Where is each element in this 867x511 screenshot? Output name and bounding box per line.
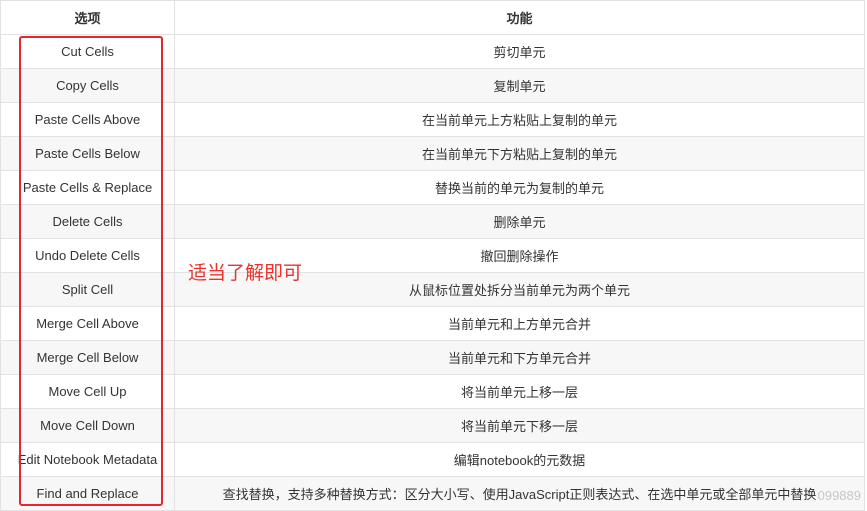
header-option: 选项 (0, 0, 175, 35)
table-header-row: 选项 功能 (0, 0, 865, 35)
option-cell: Paste Cells Above (0, 102, 175, 137)
table-row: Edit Notebook Metadata 编辑notebook的元数据 (0, 442, 865, 477)
option-cell: Paste Cells & Replace (0, 170, 175, 205)
option-cell: Cut Cells (0, 34, 175, 69)
table-row: Split Cell 从鼠标位置处拆分当前单元为两个单元 (0, 272, 865, 307)
table-row: Copy Cells 复制单元 (0, 68, 865, 103)
function-cell: 当前单元和上方单元合并 (174, 306, 865, 341)
option-cell: Find and Replace (0, 476, 175, 511)
option-cell: Undo Delete Cells (0, 238, 175, 273)
table-row: Move Cell Down 将当前单元下移一层 (0, 408, 865, 443)
table-row: Find and Replace 查找替换，支持多种替换方式：区分大小写、使用J… (0, 476, 865, 511)
function-cell: 剪切单元 (174, 34, 865, 69)
table-row: Delete Cells 删除单元 (0, 204, 865, 239)
function-cell: 编辑notebook的元数据 (174, 442, 865, 477)
option-cell: Copy Cells (0, 68, 175, 103)
table-row: Move Cell Up 将当前单元上移一层 (0, 374, 865, 409)
table-row: Paste Cells Below 在当前单元下方粘贴上复制的单元 (0, 136, 865, 171)
function-cell: 将当前单元上移一层 (174, 374, 865, 409)
table-row: Merge Cell Above 当前单元和上方单元合并 (0, 306, 865, 341)
watermark: 099889 (817, 488, 861, 503)
table-row: Merge Cell Below 当前单元和下方单元合并 (0, 340, 865, 375)
option-cell: Delete Cells (0, 204, 175, 239)
annotation-note: 适当了解即可 (188, 263, 303, 284)
function-cell: 将当前单元下移一层 (174, 408, 865, 443)
options-table: 选项 功能 Cut Cells 剪切单元 Copy Cells 复制单元 Pas… (0, 0, 865, 511)
function-cell: 删除单元 (174, 204, 865, 239)
option-cell: Edit Notebook Metadata (0, 442, 175, 477)
option-cell: Split Cell (0, 272, 175, 307)
option-cell: Merge Cell Above (0, 306, 175, 341)
function-cell: 复制单元 (174, 68, 865, 103)
option-cell: Merge Cell Below (0, 340, 175, 375)
table-row: Undo Delete Cells 撤回删除操作 (0, 238, 865, 273)
function-cell: 替换当前的单元为复制的单元 (174, 170, 865, 205)
function-cell: 在当前单元上方粘贴上复制的单元 (174, 102, 865, 137)
table-row: Paste Cells Above 在当前单元上方粘贴上复制的单元 (0, 102, 865, 137)
option-cell: Move Cell Up (0, 374, 175, 409)
table-row: Cut Cells 剪切单元 (0, 34, 865, 69)
table-row: Paste Cells & Replace 替换当前的单元为复制的单元 (0, 170, 865, 205)
option-cell: Paste Cells Below (0, 136, 175, 171)
function-cell: 当前单元和下方单元合并 (174, 340, 865, 375)
function-cell: 查找替换，支持多种替换方式：区分大小写、使用JavaScript正则表达式、在选… (174, 476, 865, 511)
option-cell: Move Cell Down (0, 408, 175, 443)
function-cell: 在当前单元下方粘贴上复制的单元 (174, 136, 865, 171)
header-function: 功能 (174, 0, 865, 35)
